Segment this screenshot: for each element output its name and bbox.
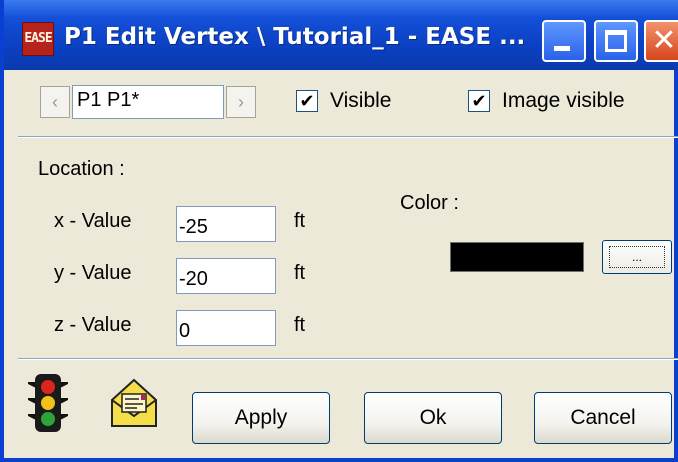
previous-vertex-button[interactable]: ‹ — [40, 86, 70, 118]
cancel-button[interactable]: Cancel — [534, 392, 672, 444]
image-visible-label: Image visible — [502, 89, 625, 112]
next-vertex-button[interactable]: › — [226, 86, 256, 118]
color-swatch[interactable] — [450, 242, 584, 272]
x-value-input[interactable]: -25 — [176, 206, 276, 242]
vertex-name-field[interactable]: P1 P1* — [72, 85, 224, 119]
title-bar[interactable]: EASE P1 Edit Vertex \ Tutorial_1 - EASE … — [4, 0, 678, 70]
image-visible-checkbox[interactable]: ✔ — [468, 90, 490, 112]
separator — [18, 358, 678, 360]
y-value-input[interactable]: -20 — [176, 258, 276, 294]
maximize-button[interactable] — [594, 20, 638, 62]
close-button[interactable]: ✕ — [644, 20, 678, 62]
color-picker-button[interactable]: ... — [602, 240, 672, 274]
separator — [18, 136, 678, 138]
chevron-right-icon: › — [238, 92, 244, 112]
checkmark-icon: ✔ — [299, 91, 315, 111]
checkmark-icon: ✔ — [471, 91, 487, 111]
traffic-light-icon[interactable] — [26, 372, 70, 434]
edit-vertex-dialog: EASE P1 Edit Vertex \ Tutorial_1 - EASE … — [0, 0, 678, 462]
mail-icon[interactable] — [108, 376, 160, 430]
y-unit-label: ft — [294, 262, 306, 284]
x-unit-label: ft — [294, 210, 306, 232]
visible-checkbox[interactable]: ✔ — [296, 90, 318, 112]
ok-button[interactable]: Ok — [364, 392, 502, 444]
x-value-label: x - Value — [54, 210, 132, 232]
minimize-button[interactable] — [542, 20, 586, 62]
chevron-left-icon: ‹ — [52, 92, 58, 112]
maximize-icon — [605, 30, 627, 52]
minimize-icon — [554, 46, 570, 51]
visible-label: Visible — [330, 89, 392, 112]
z-value-label: z - Value — [54, 314, 132, 336]
window-title: P1 Edit Vertex \ Tutorial_1 - EASE ... — [64, 24, 526, 50]
color-picker-button-label: ... — [609, 246, 665, 268]
z-value-input[interactable]: 0 — [176, 310, 276, 346]
close-icon: ✕ — [651, 23, 677, 58]
z-unit-label: ft — [294, 314, 306, 336]
app-icon: EASE — [22, 22, 54, 56]
apply-button[interactable]: Apply — [192, 392, 330, 444]
y-value-label: y - Value — [54, 262, 132, 284]
location-heading: Location : — [38, 158, 125, 180]
color-label: Color : — [400, 192, 459, 214]
